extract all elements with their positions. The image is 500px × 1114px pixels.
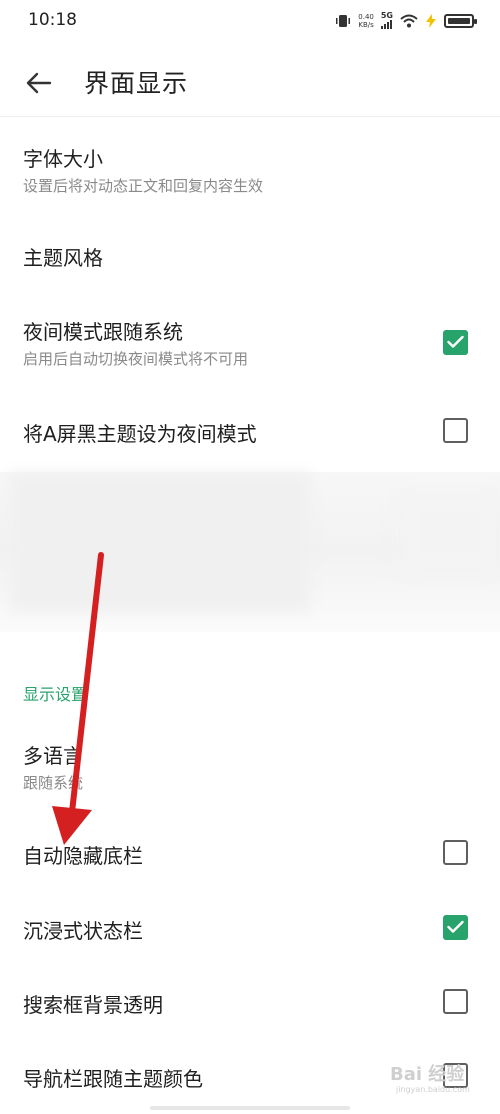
setting-title: 主题风格	[23, 246, 103, 270]
charging-icon	[426, 13, 436, 28]
setting-theme-style[interactable]: 主题风格	[0, 232, 500, 282]
checkmark-icon	[447, 335, 464, 348]
blurred-region	[0, 472, 500, 632]
a-screen-black-night-checkbox[interactable]	[443, 418, 468, 443]
header-divider	[0, 116, 500, 117]
arrow-left-icon[interactable]	[24, 68, 54, 98]
setting-auto-hide-bottom-bar[interactable]: 自动隐藏底栏	[0, 830, 500, 880]
auto-hide-bottom-bar-checkbox[interactable]	[443, 840, 468, 865]
app-header: 界面显示	[0, 52, 500, 112]
page-title: 界面显示	[84, 69, 189, 98]
wifi-icon	[400, 14, 418, 27]
net-speed: 0.40 KB/s	[358, 13, 374, 29]
night-follow-system-checkbox[interactable]	[443, 330, 468, 355]
status-bar: 10:18 0.40 KB/s 5G	[0, 0, 500, 44]
vibrate-icon	[336, 14, 351, 27]
status-icons: 0.40 KB/s 5G	[335, 12, 477, 29]
home-indicator[interactable]	[150, 1106, 350, 1110]
watermark-logo: Bai 经验	[390, 1064, 465, 1085]
setting-night-follow-system[interactable]: 夜间模式跟随系统 启用后自动切换夜间模式将不可用	[0, 308, 500, 378]
setting-subtitle: 设置后将对动态正文和回复内容生效	[23, 177, 264, 195]
setting-title: 自动隐藏底栏	[23, 844, 143, 868]
setting-immersive-status-bar[interactable]: 沉浸式状态栏	[0, 905, 500, 955]
search-box-transparent-checkbox[interactable]	[443, 989, 468, 1014]
battery-icon	[444, 13, 477, 28]
setting-title: 夜间模式跟随系统	[23, 320, 183, 344]
watermark-url: jingyan.baidu.com	[396, 1085, 470, 1094]
setting-title: 将A屏黑主题设为夜间模式	[23, 422, 257, 446]
network-type: 5G	[380, 11, 393, 20]
setting-search-box-transparent[interactable]: 搜索框背景透明	[0, 979, 500, 1029]
setting-multi-language[interactable]: 多语言 跟随系统	[0, 732, 500, 802]
status-time: 10:18	[28, 10, 77, 30]
signal-icon: 5G	[381, 12, 393, 29]
setting-subtitle: 启用后自动切换夜间模式将不可用	[23, 350, 249, 368]
setting-title: 导航栏跟随主题颜色	[23, 1067, 203, 1091]
section-header-display: 显示设置	[23, 685, 88, 704]
setting-subtitle: 跟随系统	[23, 774, 84, 792]
setting-a-screen-black-night[interactable]: 将A屏黑主题设为夜间模式	[0, 408, 500, 458]
setting-title: 搜索框背景透明	[23, 993, 163, 1017]
checkmark-icon	[447, 920, 464, 933]
net-speed-unit: KB/s	[358, 20, 374, 29]
setting-title: 字体大小	[23, 147, 103, 171]
immersive-status-bar-checkbox[interactable]	[443, 915, 468, 940]
setting-title: 多语言	[23, 744, 83, 768]
setting-font-size[interactable]: 字体大小 设置后将对动态正文和回复内容生效	[0, 135, 500, 205]
setting-title: 沉浸式状态栏	[23, 919, 143, 943]
net-speed-value: 0.40	[358, 12, 374, 21]
